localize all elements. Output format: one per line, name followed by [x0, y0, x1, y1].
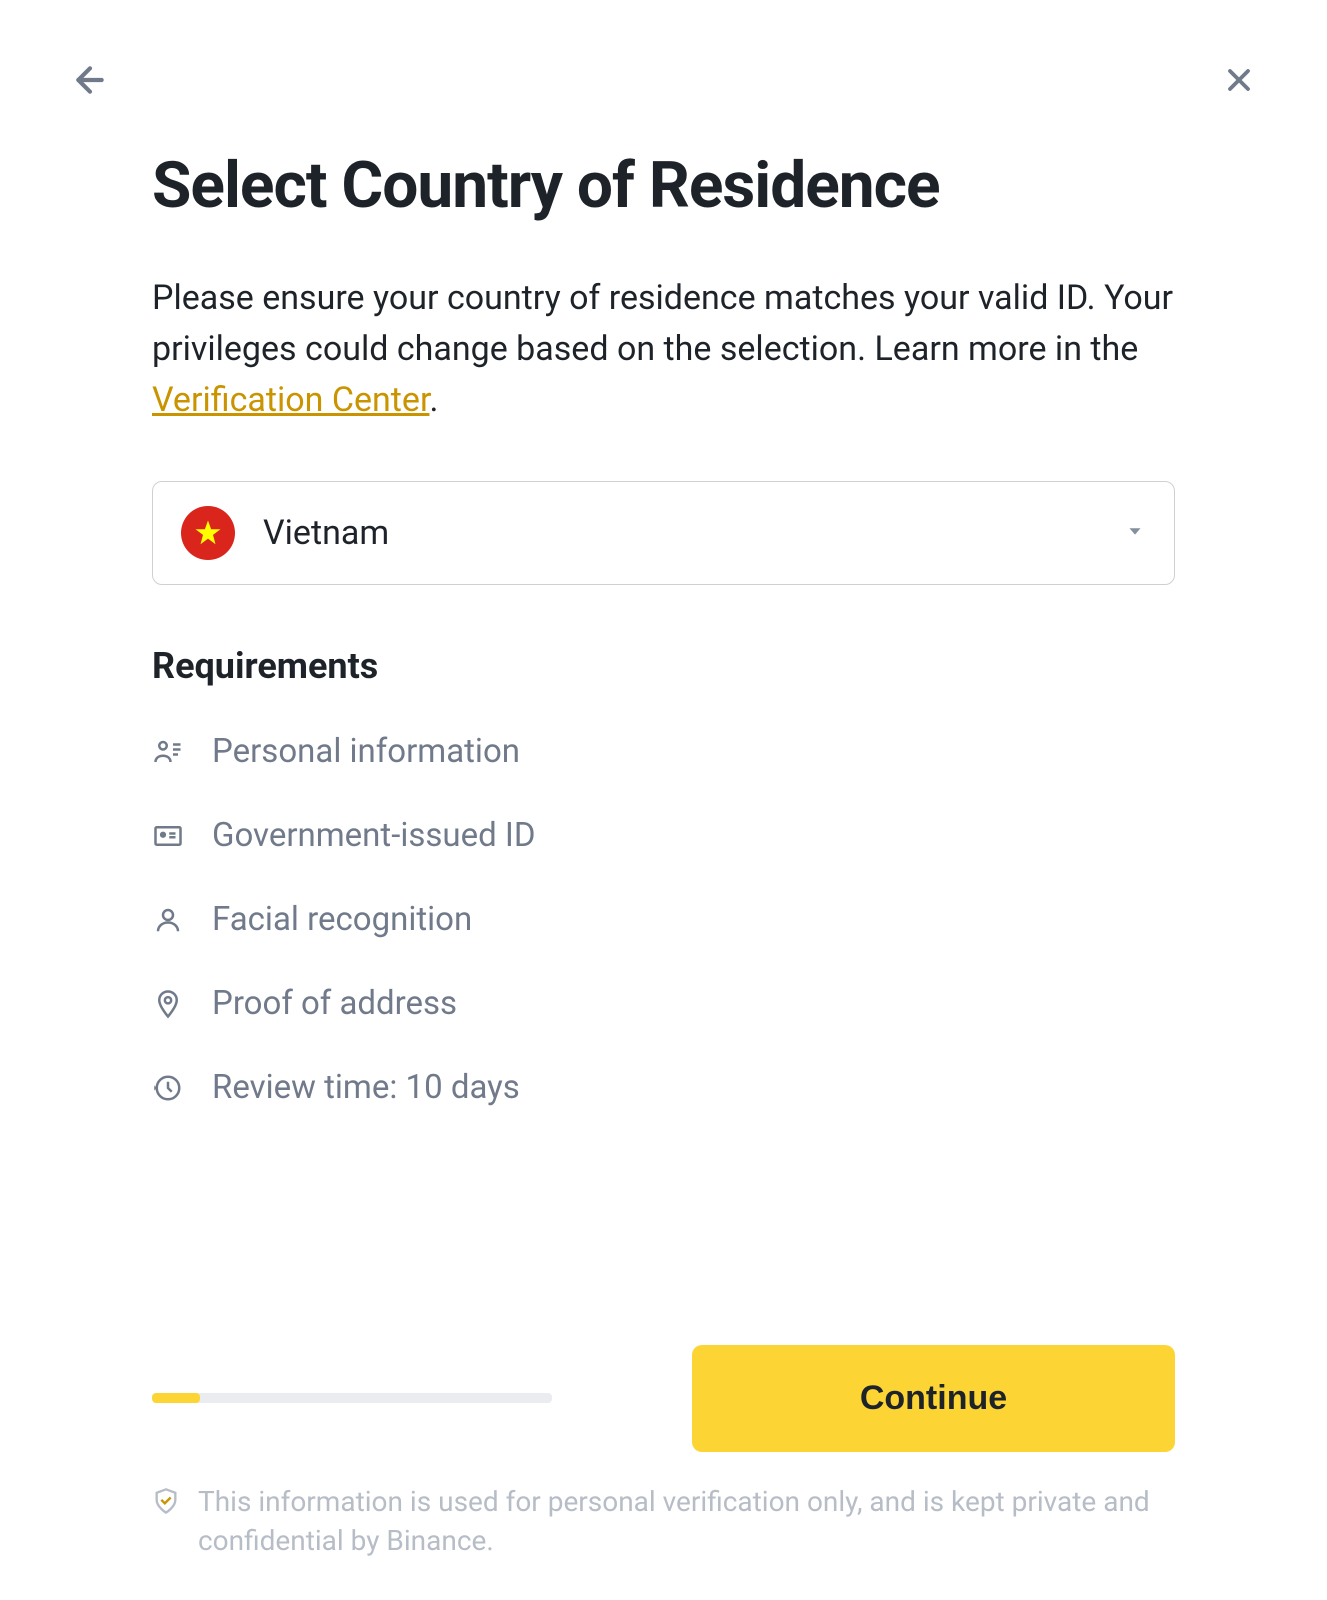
- requirement-item: Personal information: [152, 732, 1175, 771]
- requirement-label: Review time: 10 days: [212, 1068, 520, 1107]
- progress-fill: [152, 1393, 200, 1403]
- requirements-heading: Requirements: [152, 645, 1175, 687]
- requirement-label: Proof of address: [212, 984, 457, 1023]
- disclaimer-text: This information is used for personal ve…: [198, 1482, 1175, 1560]
- description-text: Please ensure your country of residence …: [152, 273, 1175, 426]
- requirement-label: Personal information: [212, 732, 520, 771]
- id-card-icon: [152, 820, 184, 852]
- requirement-label: Government-issued ID: [212, 816, 536, 855]
- close-button[interactable]: [1213, 54, 1265, 106]
- requirement-item: Proof of address: [152, 984, 1175, 1023]
- chevron-down-icon: [1124, 520, 1146, 546]
- requirement-item: Review time: 10 days: [152, 1068, 1175, 1107]
- country-selected-label: Vietnam: [263, 513, 1124, 553]
- requirement-item: Government-issued ID: [152, 816, 1175, 855]
- close-icon: [1221, 62, 1257, 98]
- location-pin-icon: [152, 988, 184, 1020]
- arrow-left-icon: [70, 60, 110, 100]
- verification-center-link[interactable]: Verification Center: [152, 380, 429, 420]
- clock-icon: [152, 1072, 184, 1104]
- description-before: Please ensure your country of residence …: [152, 278, 1173, 369]
- flag-vietnam-icon: [181, 506, 235, 560]
- modal-container: Select Country of Residence Please ensur…: [0, 0, 1327, 1600]
- description-after: .: [429, 380, 438, 420]
- disclaimer: This information is used for personal ve…: [152, 1482, 1175, 1560]
- page-title: Select Country of Residence: [152, 148, 1175, 223]
- continue-button[interactable]: Continue: [692, 1345, 1175, 1452]
- requirement-item: Facial recognition: [152, 900, 1175, 939]
- personal-info-icon: [152, 736, 184, 768]
- progress-bar: [152, 1393, 552, 1403]
- country-select[interactable]: Vietnam: [152, 481, 1175, 585]
- bottom-row: Continue: [152, 1345, 1175, 1452]
- face-icon: [152, 904, 184, 936]
- back-button[interactable]: [62, 52, 118, 108]
- shield-check-icon: [152, 1486, 180, 1525]
- requirement-label: Facial recognition: [212, 900, 472, 939]
- top-bar: [62, 52, 1265, 108]
- content: Select Country of Residence Please ensur…: [62, 148, 1265, 1560]
